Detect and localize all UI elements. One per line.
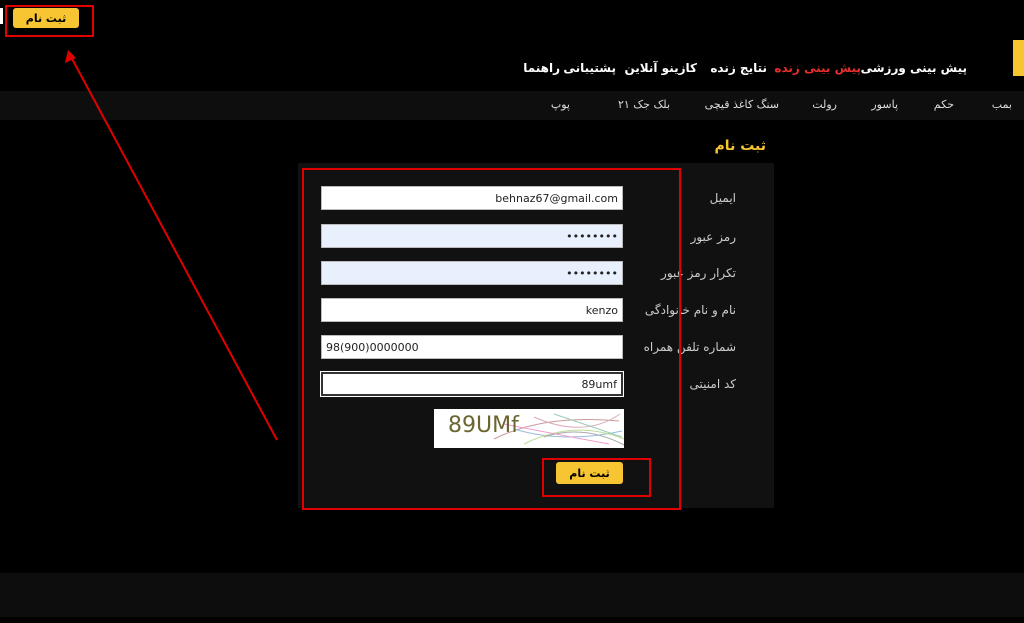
- nav-item-sports-betting[interactable]: پیش بینی ورزشی: [861, 61, 967, 75]
- nav-item-online-casino[interactable]: کازینو آنلاین: [624, 61, 697, 75]
- page-title: ثبت نام: [714, 138, 766, 154]
- subnav-item-rock-paper-scissors[interactable]: سنگ کاغذ قیچی: [705, 98, 779, 111]
- nav-item-live-betting[interactable]: پیش بینی زنده: [774, 61, 861, 75]
- security-code-label: کد امنیتی: [689, 377, 736, 391]
- subnav-item-hokm[interactable]: حکم: [934, 98, 954, 111]
- subnav-item-roulette[interactable]: رولت: [812, 98, 837, 111]
- annotation-submit-highlight: [542, 458, 651, 497]
- email-label: ایمیل: [709, 191, 736, 205]
- site-logo[interactable]: [1013, 40, 1024, 76]
- nav-item-support[interactable]: پشتیبانی: [563, 61, 616, 75]
- subnav-item-blackjack[interactable]: بلک جک ۲۱: [618, 98, 670, 111]
- annotation-arrow: [65, 50, 278, 441]
- password-label: رمز عبور: [690, 230, 736, 244]
- subnav-item-bomb[interactable]: بمب: [992, 98, 1012, 111]
- nav-item-guide[interactable]: راهنما: [523, 61, 560, 75]
- page-footer: [0, 573, 1024, 617]
- nav-item-live-results[interactable]: نتایج زنده: [710, 61, 767, 75]
- subnav-item-pasur[interactable]: پاسور: [871, 98, 898, 111]
- subnav-item-pop[interactable]: پوپ: [551, 98, 570, 111]
